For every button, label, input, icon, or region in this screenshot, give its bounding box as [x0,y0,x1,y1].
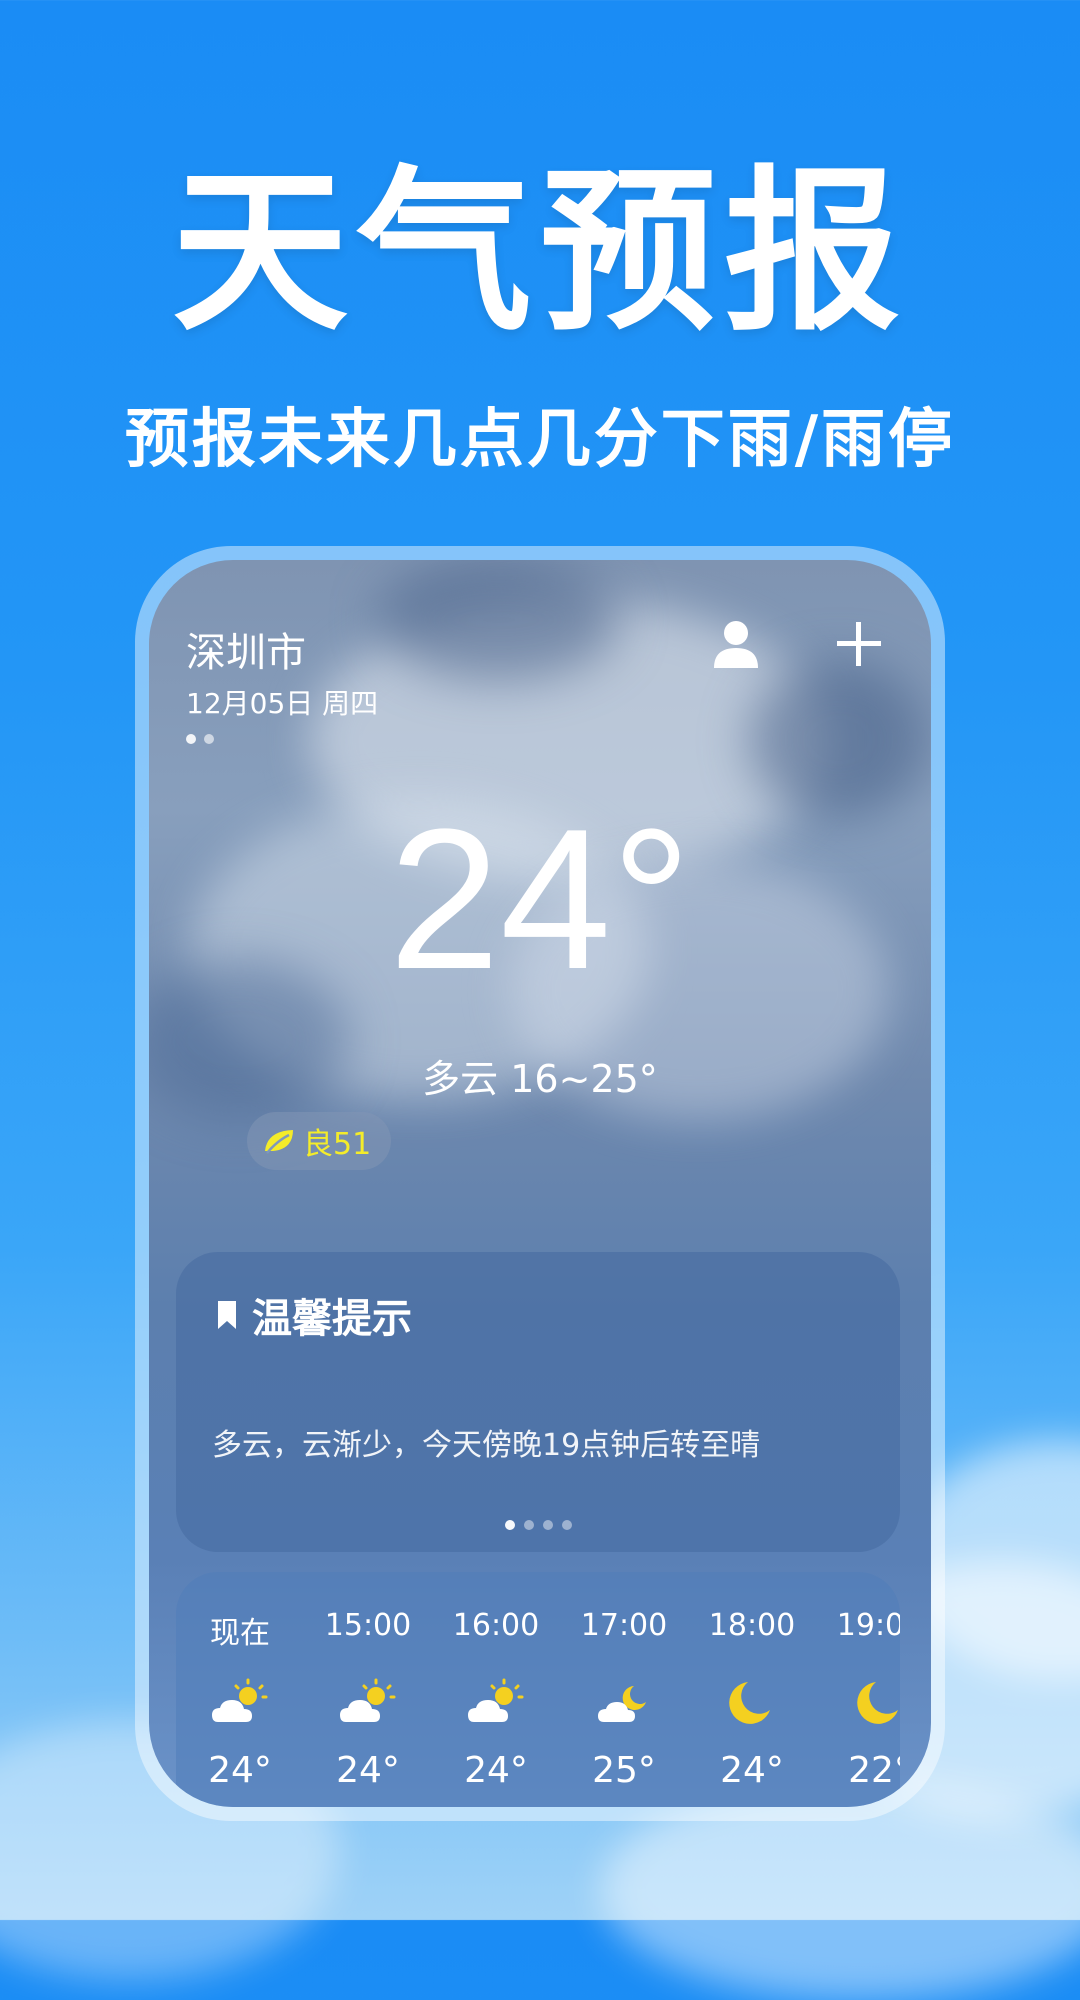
moon-icon [729,1682,770,1724]
hour-time: 19:00 [836,1608,900,1643]
hourly-forecast[interactable]: 现在 24° 15:00 24° 16:00 24° 17:00 25° 18:… [176,1572,900,1807]
hour-temp: 24° [464,1750,528,1791]
aqi-value: 良51 [303,1127,372,1162]
pager-dot [523,1520,534,1530]
moon-icon [857,1682,898,1724]
partly-cloudy-day-icon [340,1678,396,1722]
pager-dot [504,1520,515,1530]
hour-time: 15:00 [324,1608,412,1643]
page-dot [186,734,196,744]
pager-dot [561,1520,572,1530]
hour-time: 16:00 [452,1608,540,1643]
hour-time: 17:00 [580,1608,668,1643]
weather-condition: 多云 16~25° [422,1057,658,1101]
app-screen: 深圳市 12月05日 周四 24° 多云 16~25° 良51 温馨提示 多云，… [149,560,931,1807]
tips-card[interactable]: 温馨提示 多云，云渐少，今天傍晚19点钟后转至晴 [176,1252,900,1552]
date-label: 12月05日 周四 [186,687,379,720]
phone-frame: 深圳市 12月05日 周四 24° 多云 16~25° 良51 温馨提示 多云，… [135,546,945,1821]
user-icon [714,621,758,668]
hour-temp: 24° [336,1750,400,1791]
tips-title: 温馨提示 [252,1296,412,1342]
partly-cloudy-night-icon [598,1686,646,1722]
current-temperature: 24° [388,788,692,1011]
page-dot [204,734,214,744]
tips-header: 温馨提示 [216,1286,412,1344]
pager-dot [542,1520,553,1530]
hour-time: 现在 [210,1616,270,1651]
plus-icon [837,622,881,666]
hour-temp: 24° [208,1750,272,1791]
city-name[interactable]: 深圳市 [186,620,306,678]
bookmark-icon [218,1301,236,1329]
city-page-indicator [186,734,214,744]
hour-temp: 24° [720,1750,784,1791]
hour-temp: 25° [592,1750,656,1791]
leaf-icon [265,1130,293,1154]
tips-text: 多云，云渐少，今天傍晚19点钟后转至晴 [212,1428,761,1463]
partly-cloudy-day-icon [212,1678,268,1722]
add-city-button[interactable] [827,612,891,676]
partly-cloudy-day-icon [468,1678,524,1722]
user-button[interactable] [704,612,768,676]
aqi-badge[interactable]: 良51 [247,1112,392,1170]
hour-time: 18:00 [708,1608,796,1643]
promo-subline: 预报未来几点几分下雨/雨停 [124,403,956,477]
tips-pager [176,1520,900,1530]
hour-temp: 22° [848,1750,900,1791]
promo-headline: 天气预报 [171,150,908,355]
